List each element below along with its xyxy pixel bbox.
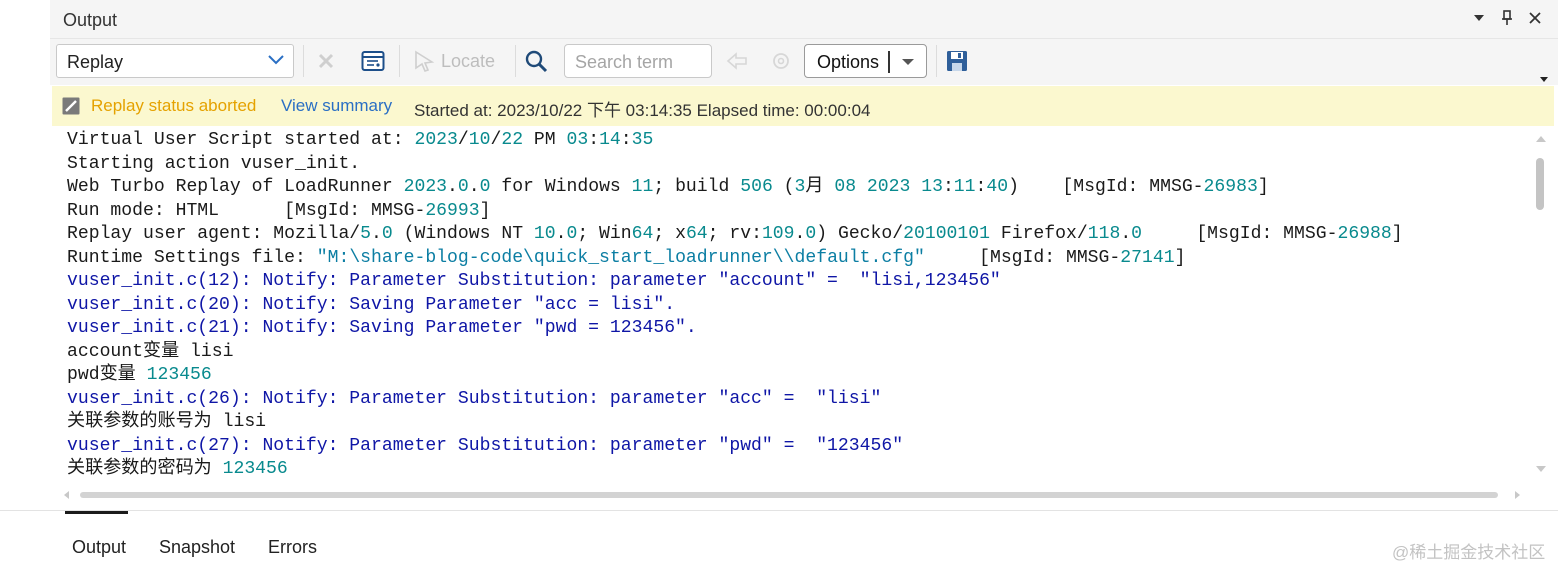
save-icon[interactable] [946,47,968,75]
toolbar-overflow-icon[interactable] [1540,77,1548,82]
horizontal-scrollbar[interactable] [64,488,1520,502]
tab-output[interactable]: Output [72,537,126,558]
log-line: 关联参数的密码为 123456 [67,459,288,479]
log-line: Starting action vuser_init. [67,154,361,174]
replay-dropdown[interactable]: Replay [56,44,294,78]
log-line: Virtual User Script started at: 2023/10/… [67,130,654,150]
clear-icon[interactable] [316,47,336,75]
log-line: Web Turbo Replay of LoadRunner 2023.0.0 … [67,177,1269,197]
pin-icon[interactable] [1498,9,1516,27]
aborted-status-icon [62,97,80,115]
close-icon[interactable] [1526,9,1544,27]
tab-errors[interactable]: Errors [268,537,317,558]
elapsed-time-text: Started at: 2023/10/22 下午 03:14:35 Elaps… [414,101,871,120]
replay-dropdown-value: Replay [67,52,124,72]
tab-snapshot[interactable]: Snapshot [159,537,235,558]
log-line: 关联参数的账号为 lisi [67,412,267,432]
vertical-scrollbar[interactable] [1531,132,1551,480]
log-line: Replay user agent: Mozilla/5.0 (Windows … [67,224,1403,244]
output-toolbar: Replay Locate Options [50,39,1558,85]
panel-title: Output [63,10,118,30]
watermark: @稀土掘金技术社区 [1392,543,1546,562]
options-label: Options [817,52,880,72]
window-controls [1470,9,1544,27]
output-panel: Output Replay Locate Search term Options… [50,0,1558,566]
search-input[interactable] [573,51,713,74]
caret-down-icon [902,59,914,65]
chevron-down-icon [267,53,285,72]
left-gutter [0,0,51,565]
log-line: vuser_init.c(12): Notify: Parameter Subs… [67,271,1001,291]
gutter-divider [0,510,50,511]
vertical-scroll-thumb[interactable] [1536,158,1544,210]
scroll-down-icon[interactable] [1536,466,1546,472]
log-line: pwd变量 123456 [67,365,212,385]
toolbar-separator [515,45,516,77]
horizontal-scroll-thumb[interactable] [80,492,1498,498]
replay-status-text: Replay status aborted [91,96,257,115]
options-divider [888,51,890,73]
scroll-right-icon[interactable] [1515,491,1520,499]
locate-arrow-icon [415,50,435,72]
log-line: vuser_init.c(20): Notify: Saving Paramet… [67,295,676,315]
search-icon[interactable] [524,47,548,75]
find-previous-icon[interactable] [726,47,748,75]
log-line: account变量 lisi [67,342,234,362]
replay-log[interactable]: Virtual User Script started at: 2023/10/… [50,128,1535,482]
log-line: vuser_init.c(26): Notify: Parameter Subs… [67,389,882,409]
active-tab-indicator [65,511,128,514]
scroll-left-icon[interactable] [64,491,69,499]
scroll-up-icon[interactable] [1536,136,1546,142]
bottom-tabs: Output Snapshot Errors [50,510,1558,566]
window-menu-icon[interactable] [1470,9,1488,27]
panel-title-bar: Output [50,0,1558,39]
toolbar-separator [936,45,937,77]
log-line: Runtime Settings file: "M:\share-blog-co… [67,248,1186,268]
replay-status-bar: Replay status aborted View summary Start… [52,86,1554,126]
log-line: Run mode: HTML [MsgId: MMSG-26993] [67,201,491,221]
view-summary-link[interactable]: View summary [281,96,392,116]
locate-label: Locate [441,50,496,71]
summary-report-icon[interactable] [361,47,385,75]
log-line: vuser_init.c(21): Notify: Saving Paramet… [67,318,697,338]
toolbar-separator [399,45,400,77]
locate-button[interactable]: Locate [413,47,495,75]
log-line: vuser_init.c(27): Notify: Parameter Subs… [67,436,904,456]
options-dropdown-button[interactable]: Options [804,44,927,78]
toolbar-separator [303,45,304,77]
find-next-icon[interactable] [770,47,792,75]
search-term-box[interactable] [564,44,713,78]
